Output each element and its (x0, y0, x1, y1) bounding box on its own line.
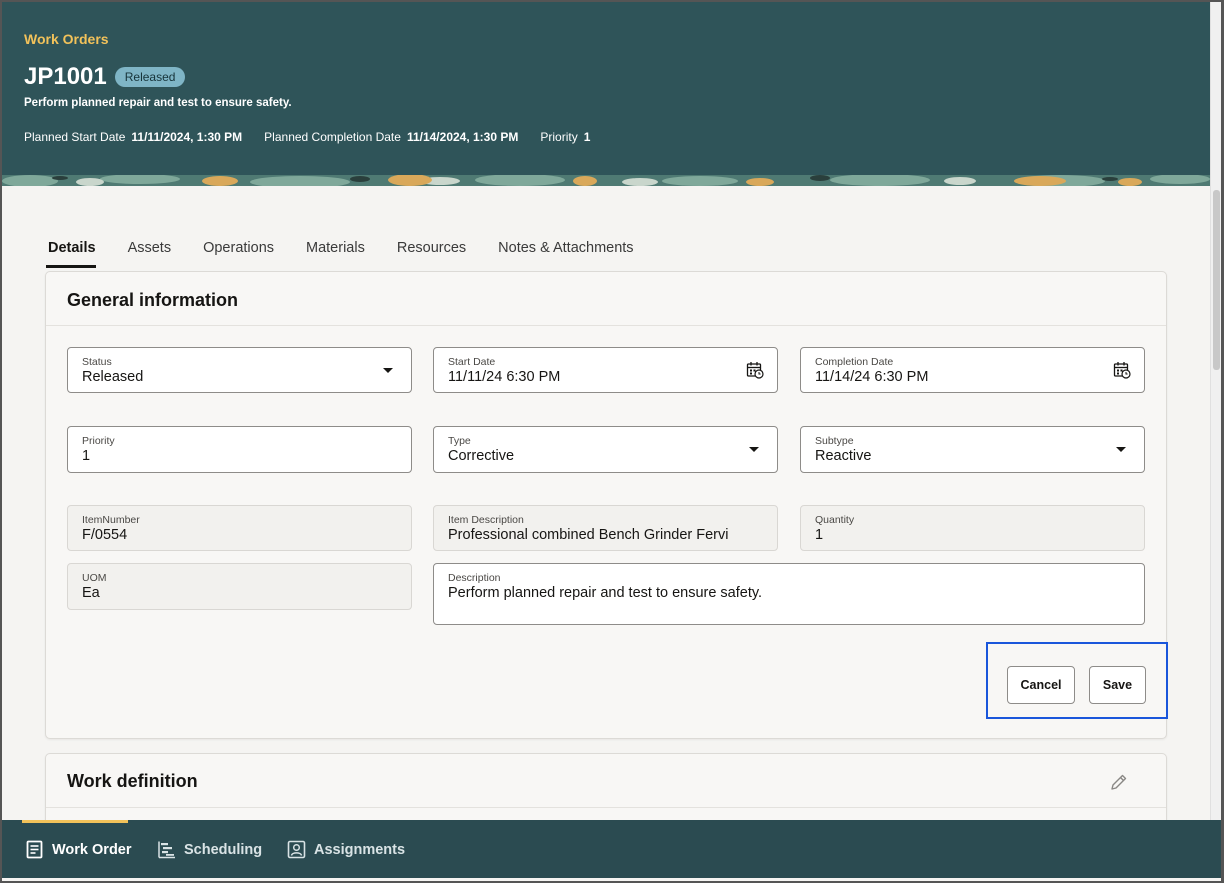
chevron-down-icon (383, 368, 393, 373)
quantity-field: Quantity 1 (800, 505, 1145, 551)
meta-label: Priority (540, 130, 578, 144)
document-icon (26, 840, 43, 859)
tab-details[interactable]: Details (46, 240, 112, 268)
priority-input[interactable]: Priority 1 (67, 426, 412, 473)
detail-tabs: Details Assets Operations Materials Reso… (46, 240, 650, 268)
field-value: Ea (82, 585, 100, 601)
active-nav-indicator (22, 820, 128, 823)
chevron-down-icon (749, 447, 759, 452)
cancel-button[interactable]: Cancel (1007, 666, 1075, 704)
completion-date-field[interactable]: Completion Date 11/14/24 6:30 PM (800, 347, 1145, 393)
meta-priority: Priority 1 (540, 130, 590, 144)
meta-planned-completion: Planned Completion Date 11/14/2024, 1:30 … (264, 130, 518, 144)
person-badge-icon (287, 840, 306, 859)
tab-operations[interactable]: Operations (187, 240, 290, 268)
field-label: UOM (82, 572, 107, 584)
nav-label: Assignments (314, 841, 406, 858)
field-value: 11/11/24 6:30 PM (448, 369, 561, 385)
tab-assets[interactable]: Assets (112, 240, 188, 268)
scrollbar-thumb[interactable] (1213, 190, 1220, 370)
page-scrollbar[interactable] (1210, 0, 1221, 820)
field-value: Corrective (448, 448, 515, 464)
decorative-pattern-strip (0, 175, 1210, 186)
section-title-general: General information (67, 290, 239, 310)
bottom-navigation: Work Order Scheduling Assignments (0, 820, 1221, 878)
field-label: Start Date (448, 356, 496, 368)
uom-field: UOM Ea (67, 563, 412, 610)
item-number-field: ItemNumber F/0554 (67, 505, 412, 551)
chevron-down-icon (1116, 447, 1126, 452)
tab-notes-attachments[interactable]: Notes & Attachments (482, 240, 649, 268)
nav-label: Scheduling (184, 841, 263, 858)
form-actions-highlight: Cancel Save (986, 642, 1168, 719)
nav-label: Work Order (52, 841, 132, 858)
meta-value: 11/14/2024, 1:30 PM (406, 130, 519, 144)
meta-label: Planned Start Date (24, 130, 126, 144)
status-select[interactable]: Status Released (67, 347, 412, 393)
field-label: Completion Date (815, 356, 894, 368)
meta-value: 1 (583, 130, 591, 144)
item-description-field: Item Description Professional combined B… (433, 505, 778, 551)
section-title-work-definition: Work definition (67, 771, 198, 791)
page-header: Work Orders JP1001 Released Perform plan… (0, 0, 1210, 186)
field-value: F/0554 (82, 527, 128, 543)
start-date-field[interactable]: Start Date 11/11/24 6:30 PM (433, 347, 778, 393)
field-value: Reactive (815, 448, 872, 464)
field-label: Quantity (815, 514, 855, 526)
description-textarea[interactable]: Description Perform planned repair and t… (433, 563, 1145, 625)
status-badge: Released (114, 67, 186, 87)
field-value: Professional combined Bench Grinder Ferv… (448, 527, 729, 543)
tab-resources[interactable]: Resources (381, 240, 482, 268)
field-label: ItemNumber (82, 514, 140, 526)
page-subtitle: Perform planned repair and test to ensur… (24, 97, 292, 109)
field-value: Released (82, 369, 144, 385)
field-label: Subtype (815, 435, 854, 447)
section-divider (46, 325, 1166, 326)
gantt-icon (158, 841, 175, 859)
field-value: 1 (82, 448, 91, 464)
calendar-icon[interactable] (746, 361, 764, 379)
meta-label: Planned Completion Date (264, 130, 401, 144)
header-meta: Planned Start Date 11/11/2024, 1:30 PM Pl… (24, 130, 590, 144)
meta-planned-start: Planned Start Date 11/11/2024, 1:30 PM (24, 130, 242, 144)
field-value: Perform planned repair and test to ensur… (448, 585, 763, 601)
page-title: JP1001 (24, 63, 107, 90)
field-label: Item Description (448, 514, 524, 526)
nav-assignments[interactable]: Assignments (287, 840, 405, 859)
field-value: 11/14/24 6:30 PM (815, 369, 929, 385)
field-label: Type (448, 435, 471, 447)
section-divider (46, 807, 1166, 808)
field-label: Status (82, 356, 112, 368)
subtype-select[interactable]: Subtype Reactive (800, 426, 1145, 473)
tab-materials[interactable]: Materials (290, 240, 381, 268)
nav-scheduling[interactable]: Scheduling (157, 840, 262, 859)
field-label: Priority (82, 435, 115, 447)
field-label: Description (448, 572, 501, 584)
breadcrumb-work-orders[interactable]: Work Orders (24, 31, 109, 47)
type-select[interactable]: Type Corrective (433, 426, 778, 473)
meta-value: 11/11/2024, 1:30 PM (131, 130, 243, 144)
title-row: JP1001 Released (24, 63, 186, 91)
field-value: 1 (815, 527, 824, 543)
calendar-icon[interactable] (1113, 361, 1131, 379)
save-button[interactable]: Save (1089, 666, 1146, 704)
pencil-edit-icon[interactable] (1109, 772, 1129, 792)
nav-work-order[interactable]: Work Order (25, 840, 132, 859)
